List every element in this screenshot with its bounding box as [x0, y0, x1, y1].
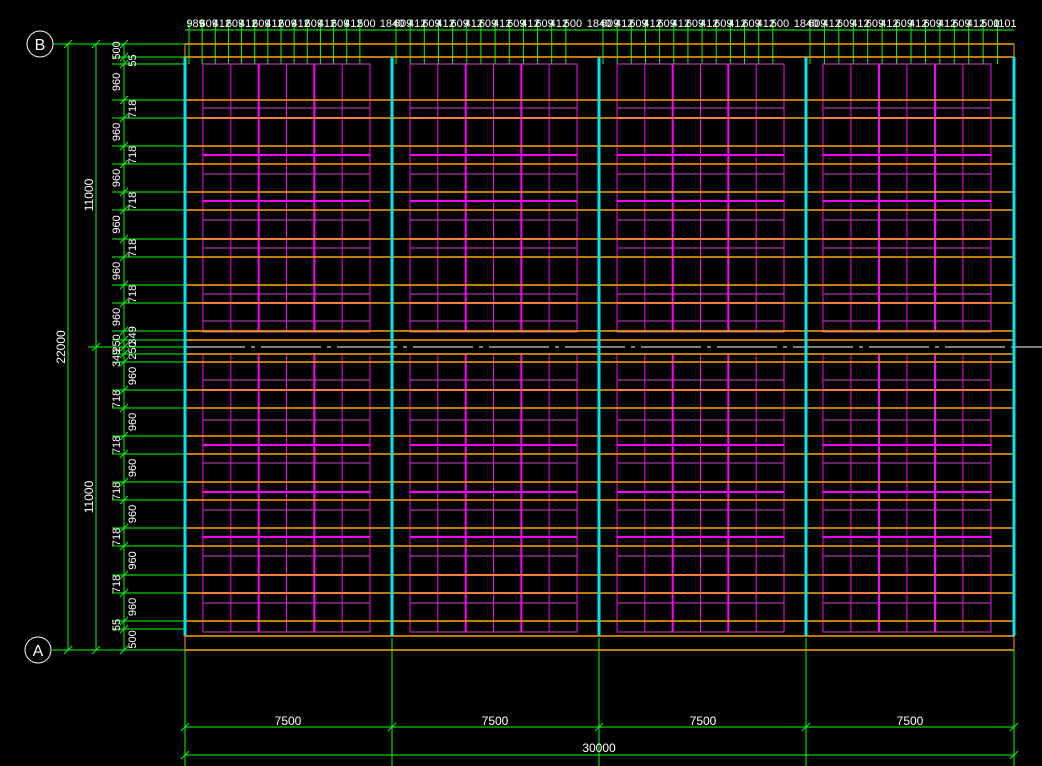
bay-dim-3: 7500	[690, 714, 717, 728]
row-dim-label: 960	[111, 262, 123, 280]
top-dim-label: 1101	[993, 18, 1017, 30]
row-dim-label: 960	[111, 73, 123, 91]
separator-dim-label: 1840	[380, 18, 404, 30]
row-dim-label: 960	[127, 598, 139, 616]
row-dim-label: 718	[111, 528, 123, 546]
row-dim-label: 718	[111, 390, 123, 408]
row-dim-label: 718	[111, 436, 123, 454]
row-dim-label: 718	[127, 192, 139, 210]
row-dim-label: 960	[111, 169, 123, 187]
bay-dim-4: 7500	[897, 714, 924, 728]
row-dim-label: 960	[111, 123, 123, 141]
total-depth-dim: 22000	[54, 330, 68, 364]
row-dim-label: 960	[127, 505, 139, 523]
row-dim-label: 718	[127, 285, 139, 303]
row-dim-label: 960	[127, 551, 139, 569]
structural-plan-drawing: 500 55 960 718 960 718 960 718 960 718 960 718 960 34…	[0, 0, 1042, 766]
row-dim-label: 250	[127, 341, 139, 359]
upper-half-dim: 11000	[82, 178, 96, 211]
row-dim-label: 960	[127, 413, 139, 431]
top-dim-label: 500	[564, 18, 582, 30]
total-width-dim: 30000	[582, 741, 616, 755]
top-dim-label: 500	[771, 18, 789, 30]
row-dim-label: 718	[111, 575, 123, 593]
row-dim-label: 349	[111, 349, 123, 367]
bay-dim-1: 7500	[275, 714, 302, 728]
row-dim-label: 718	[111, 482, 123, 500]
axis-label-a: A	[33, 643, 44, 660]
separator-dim-label: 1840	[794, 18, 818, 30]
row-dim-label: 500	[127, 630, 139, 648]
row-dim-label: 500	[111, 41, 123, 59]
row-dim-label: 55	[111, 619, 123, 631]
row-dim-label: 960	[111, 308, 123, 326]
top-dim-label: 500	[357, 18, 375, 30]
row-dim-label: 55	[127, 54, 139, 66]
row-dim-label: 718	[127, 239, 139, 257]
bay-dim-2: 7500	[482, 714, 509, 728]
row-dim-label: 718	[127, 100, 139, 118]
row-dim-label: 960	[127, 367, 139, 385]
row-dim-label: 960	[111, 215, 123, 233]
separator-dim-label: 1840	[587, 18, 611, 30]
lower-half-dim: 11000	[82, 480, 96, 513]
axis-label-b: B	[35, 37, 46, 54]
row-dim-label: 960	[127, 459, 139, 477]
row-dim-label: 718	[127, 146, 139, 164]
